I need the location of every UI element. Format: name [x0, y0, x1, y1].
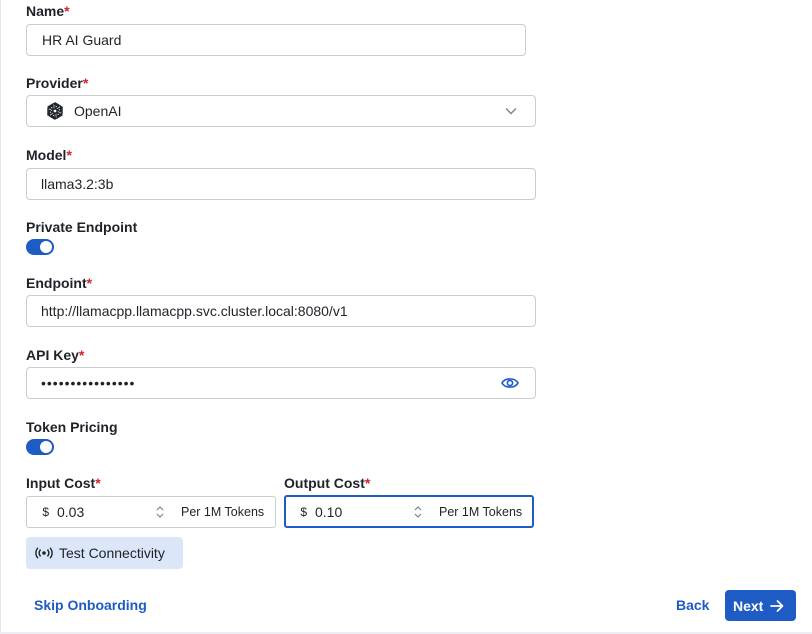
input-cost-currency: $	[42, 505, 49, 519]
back-button[interactable]: Back	[676, 597, 709, 614]
private-endpoint-label: Private Endpoint	[26, 219, 138, 235]
eye-icon[interactable]	[501, 376, 519, 390]
private-endpoint-toggle[interactable]	[26, 239, 54, 255]
output-cost-field[interactable]: $ 0.10 Per 1M Tokens	[284, 495, 534, 528]
required-marker: *	[78, 347, 85, 363]
required-marker: *	[64, 3, 70, 19]
output-cost-unit: Per 1M Tokens	[439, 504, 523, 519]
next-button[interactable]: Next	[725, 590, 796, 621]
provider-label: Provider*	[26, 75, 89, 91]
output-cost-label: Output Cost*	[284, 475, 371, 491]
required-marker: *	[86, 275, 93, 291]
input-cost-label: Input Cost*	[26, 475, 101, 491]
provider-select[interactable]: OpenAI	[26, 95, 536, 127]
model-label: Model*	[26, 147, 72, 163]
endpoint-label: Endpoint*	[26, 275, 93, 291]
input-cost-value[interactable]: 0.03	[57, 504, 155, 520]
model-value: llama3.2:3b	[41, 176, 114, 192]
api-key-input[interactable]: ••••••••••••••••	[26, 367, 536, 399]
output-cost-value[interactable]: 0.10	[315, 504, 413, 520]
api-key-masked-value: ••••••••••••••••	[41, 375, 136, 391]
api-key-label: API Key*	[26, 347, 85, 363]
arrow-right-icon	[770, 599, 784, 612]
output-cost-currency: $	[300, 504, 307, 519]
required-marker: *	[66, 147, 72, 163]
required-marker: *	[364, 475, 371, 491]
endpoint-input[interactable]: http://llamacpp.llamacpp.svc.cluster.loc…	[26, 295, 536, 327]
name-value: HR AI Guard	[42, 32, 122, 48]
test-connectivity-label: Test Connectivity	[59, 545, 165, 561]
number-stepper-icon[interactable]	[155, 502, 165, 522]
test-connectivity-button[interactable]: Test Connectivity	[26, 537, 183, 569]
skip-onboarding-link[interactable]: Skip Onboarding	[34, 597, 147, 614]
token-pricing-label: Token Pricing	[26, 419, 118, 435]
required-marker: *	[95, 475, 101, 491]
input-cost-field[interactable]: $ 0.03 Per 1M Tokens	[26, 496, 276, 528]
toggle-knob	[40, 441, 52, 453]
endpoint-value: http://llamacpp.llamacpp.svc.cluster.loc…	[41, 303, 348, 319]
number-stepper-icon[interactable]	[413, 502, 423, 522]
chevron-down-icon	[505, 108, 517, 115]
name-label: Name*	[26, 3, 70, 19]
name-input[interactable]: HR AI Guard	[26, 24, 526, 56]
openai-logo-icon	[47, 102, 63, 120]
input-cost-unit: Per 1M Tokens	[181, 505, 265, 519]
required-marker: *	[82, 75, 89, 91]
broadcast-icon	[35, 547, 53, 559]
provider-value: OpenAI	[74, 103, 122, 119]
token-pricing-toggle[interactable]	[26, 439, 54, 455]
toggle-knob	[40, 241, 52, 253]
next-label: Next	[733, 597, 764, 614]
left-border	[0, 0, 1, 634]
model-input[interactable]: llama3.2:3b	[26, 168, 536, 200]
